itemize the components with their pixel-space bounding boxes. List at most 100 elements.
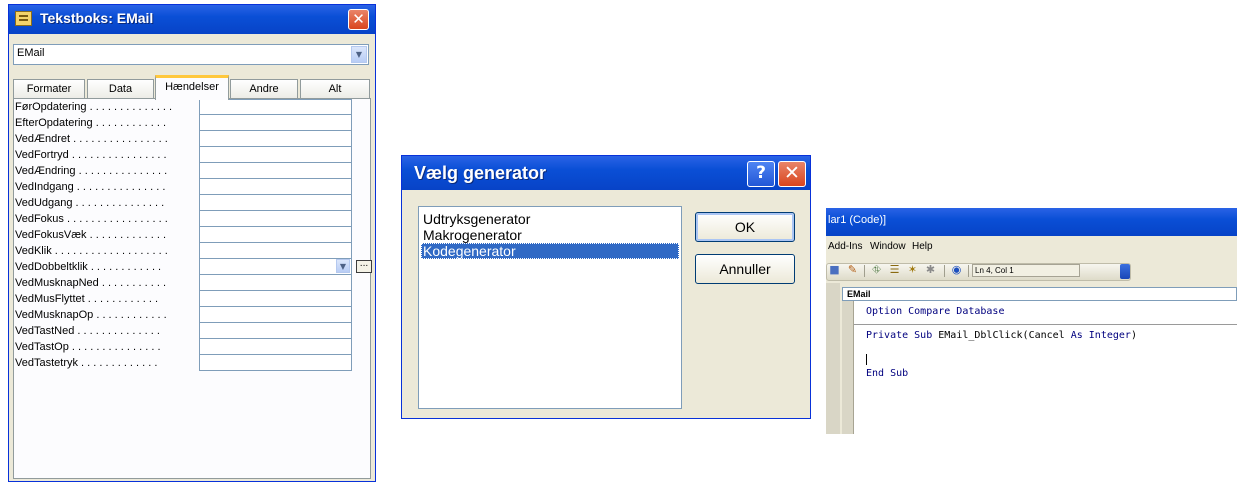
property-row[interactable]: VedÆndring . . . . . . . . . . . . . . . (15, 163, 355, 179)
property-row[interactable]: VedKlik . . . . . . . . . . . . . . . . … (15, 243, 355, 259)
property-value[interactable] (199, 323, 352, 339)
toolbar-separator (944, 265, 945, 277)
build-button[interactable]: ... (356, 260, 372, 273)
property-row[interactable]: VedFokus . . . . . . . . . . . . . . . .… (15, 211, 355, 227)
cancel-button[interactable]: Annuller (695, 254, 795, 284)
dialog-titlebar[interactable]: Vælg generator ? ✕ (402, 156, 810, 190)
vba-left-edge (826, 283, 840, 434)
property-row[interactable]: FørOpdatering . . . . . . . . . . . . . … (15, 99, 355, 115)
menu-help[interactable]: Help (912, 241, 933, 252)
close-button[interactable]: ✕ (778, 161, 806, 187)
property-sheet-icon (15, 11, 32, 26)
property-row[interactable]: VedFokusVæk . . . . . . . . . . . . . (15, 227, 355, 243)
property-value[interactable] (199, 131, 352, 147)
stop-icon[interactable]: ■ (828, 264, 841, 276)
menu-add-ins[interactable]: Add-Ins (828, 241, 862, 252)
property-row[interactable]: VedUdgang . . . . . . . . . . . . . . . (15, 195, 355, 211)
property-row[interactable]: EfterOpdatering . . . . . . . . . . . . (15, 115, 355, 131)
property-value[interactable] (199, 211, 352, 227)
property-value[interactable] (199, 147, 352, 163)
property-row[interactable]: VedMusknapOp . . . . . . . . . . . . (15, 307, 355, 323)
property-label: VedTastNed . . . . . . . . . . . . . . (15, 325, 160, 337)
property-label: VedKlik . . . . . . . . . . . . . . . . … (15, 245, 168, 257)
close-button[interactable]: ✕ (348, 9, 369, 30)
property-label: VedMusknapOp . . . . . . . . . . . . (15, 309, 167, 321)
help-icon[interactable]: ◉ (950, 264, 963, 276)
code-line-sub-declaration: Private Sub EMail_DblClick(Cancel As Int… (866, 330, 1137, 341)
property-value[interactable] (199, 275, 352, 291)
tab-andre[interactable]: Andre (230, 79, 298, 99)
property-value[interactable] (199, 99, 352, 115)
property-row[interactable]: VedÆndret . . . . . . . . . . . . . . . … (15, 131, 355, 147)
property-row[interactable]: VedTastOp . . . . . . . . . . . . . . . (15, 339, 355, 355)
help-button[interactable]: ? (747, 161, 775, 187)
object-dropdown-value: EMail (847, 289, 871, 299)
property-value[interactable] (199, 307, 352, 323)
menu-window[interactable]: Window (870, 241, 906, 252)
code-line-option: Option Compare Database (866, 306, 1005, 317)
toolbox-icon[interactable]: ✱ (924, 264, 937, 276)
property-row[interactable]: VedMusFlyttet . . . . . . . . . . . . (15, 291, 355, 307)
builder-list[interactable]: Udtryksgenerator Makrogenerator Kodegene… (418, 206, 682, 409)
toolbar-separator (864, 265, 865, 277)
object-browser-icon[interactable]: ✶ (906, 264, 919, 276)
property-value[interactable] (199, 227, 352, 243)
list-item-expression-builder[interactable]: Udtryksgenerator (421, 211, 679, 227)
property-label: VedFokus . . . . . . . . . . . . . . . .… (15, 213, 168, 225)
list-item-macro-builder[interactable]: Makrogenerator (421, 227, 679, 243)
properties-icon[interactable]: ☰ (888, 264, 901, 276)
property-value[interactable] (199, 179, 352, 195)
code-editor[interactable]: Option Compare Database Private Sub EMai… (854, 301, 1237, 434)
property-value[interactable] (199, 115, 352, 131)
object-dropdown[interactable]: EMail (842, 287, 1237, 301)
procedure-divider (854, 324, 1237, 325)
code-text: ) (1130, 330, 1137, 341)
cursor-position-readout: Ln 4, Col 1 (972, 264, 1080, 277)
design-mode-icon[interactable]: ✎ (846, 264, 859, 276)
property-value[interactable] (199, 163, 352, 179)
object-select[interactable]: EMail ▼ (13, 44, 369, 65)
code-text: EMail_DblClick(Cancel (932, 330, 1071, 341)
vba-toolbar: ■ ✎ ⛗ ☰ ✶ ✱ ◉ Ln 4, Col 1 (826, 260, 1237, 283)
tab-formater[interactable]: Formater (13, 79, 85, 99)
object-select-value: EMail (17, 47, 45, 59)
chevron-down-icon[interactable]: ▼ (336, 259, 350, 273)
property-label: VedMusFlyttet . . . . . . . . . . . . (15, 293, 159, 305)
property-value-dropdown[interactable]: ▼ (199, 259, 352, 275)
property-value[interactable] (199, 339, 352, 355)
property-row[interactable]: VedTastetryk . . . . . . . . . . . . . (15, 355, 355, 371)
property-label: VedIndgang . . . . . . . . . . . . . . . (15, 181, 166, 193)
vba-body: EMail Option Compare Database Private Su… (826, 283, 1237, 434)
property-row[interactable]: VedFortryd . . . . . . . . . . . . . . .… (15, 147, 355, 163)
vba-titlebar[interactable]: lar1 (Code)] (826, 208, 1237, 236)
property-label: VedÆndring . . . . . . . . . . . . . . . (15, 165, 168, 177)
margin-indicator-bar[interactable] (842, 301, 854, 434)
toolbar-options-icon[interactable] (1120, 264, 1130, 279)
chevron-down-icon[interactable]: ▼ (351, 46, 367, 63)
property-value[interactable] (199, 195, 352, 211)
code-line-end-sub: End Sub (866, 368, 909, 379)
property-label: VedFokusVæk . . . . . . . . . . . . . (15, 229, 166, 241)
property-label: FørOpdatering . . . . . . . . . . . . . … (15, 101, 173, 113)
property-row-active[interactable]: VedDobbeltklik . . . . . . . . . . . . ▼… (15, 259, 372, 275)
ok-button[interactable]: OK (695, 212, 795, 242)
property-row[interactable]: VedMusknapNed . . . . . . . . . . . (15, 275, 355, 291)
property-row[interactable]: VedIndgang . . . . . . . . . . . . . . . (15, 179, 355, 195)
property-label: VedÆndret . . . . . . . . . . . . . . . … (15, 133, 168, 145)
tab-data[interactable]: Data (87, 79, 154, 99)
list-item-code-builder[interactable]: Kodegenerator (421, 243, 679, 259)
project-explorer-icon[interactable]: ⛗ (870, 264, 883, 276)
property-label: VedFortryd . . . . . . . . . . . . . . .… (15, 149, 167, 161)
property-value[interactable] (199, 355, 352, 371)
tab-haendelser[interactable]: Hændelser (155, 75, 229, 100)
property-sheet-titlebar[interactable]: Tekstboks: EMail ✕ (9, 5, 375, 34)
property-value[interactable] (199, 291, 352, 307)
tab-alt[interactable]: Alt (300, 79, 370, 99)
toolbar-separator (968, 265, 969, 277)
close-icon: ✕ (352, 10, 365, 28)
property-row[interactable]: VedTastNed . . . . . . . . . . . . . . (15, 323, 355, 339)
help-icon: ? (756, 163, 766, 183)
vba-menubar: Add-Ins Window Help (826, 236, 1237, 259)
property-value[interactable] (199, 243, 352, 259)
property-label: VedTastOp . . . . . . . . . . . . . . . (15, 341, 161, 353)
